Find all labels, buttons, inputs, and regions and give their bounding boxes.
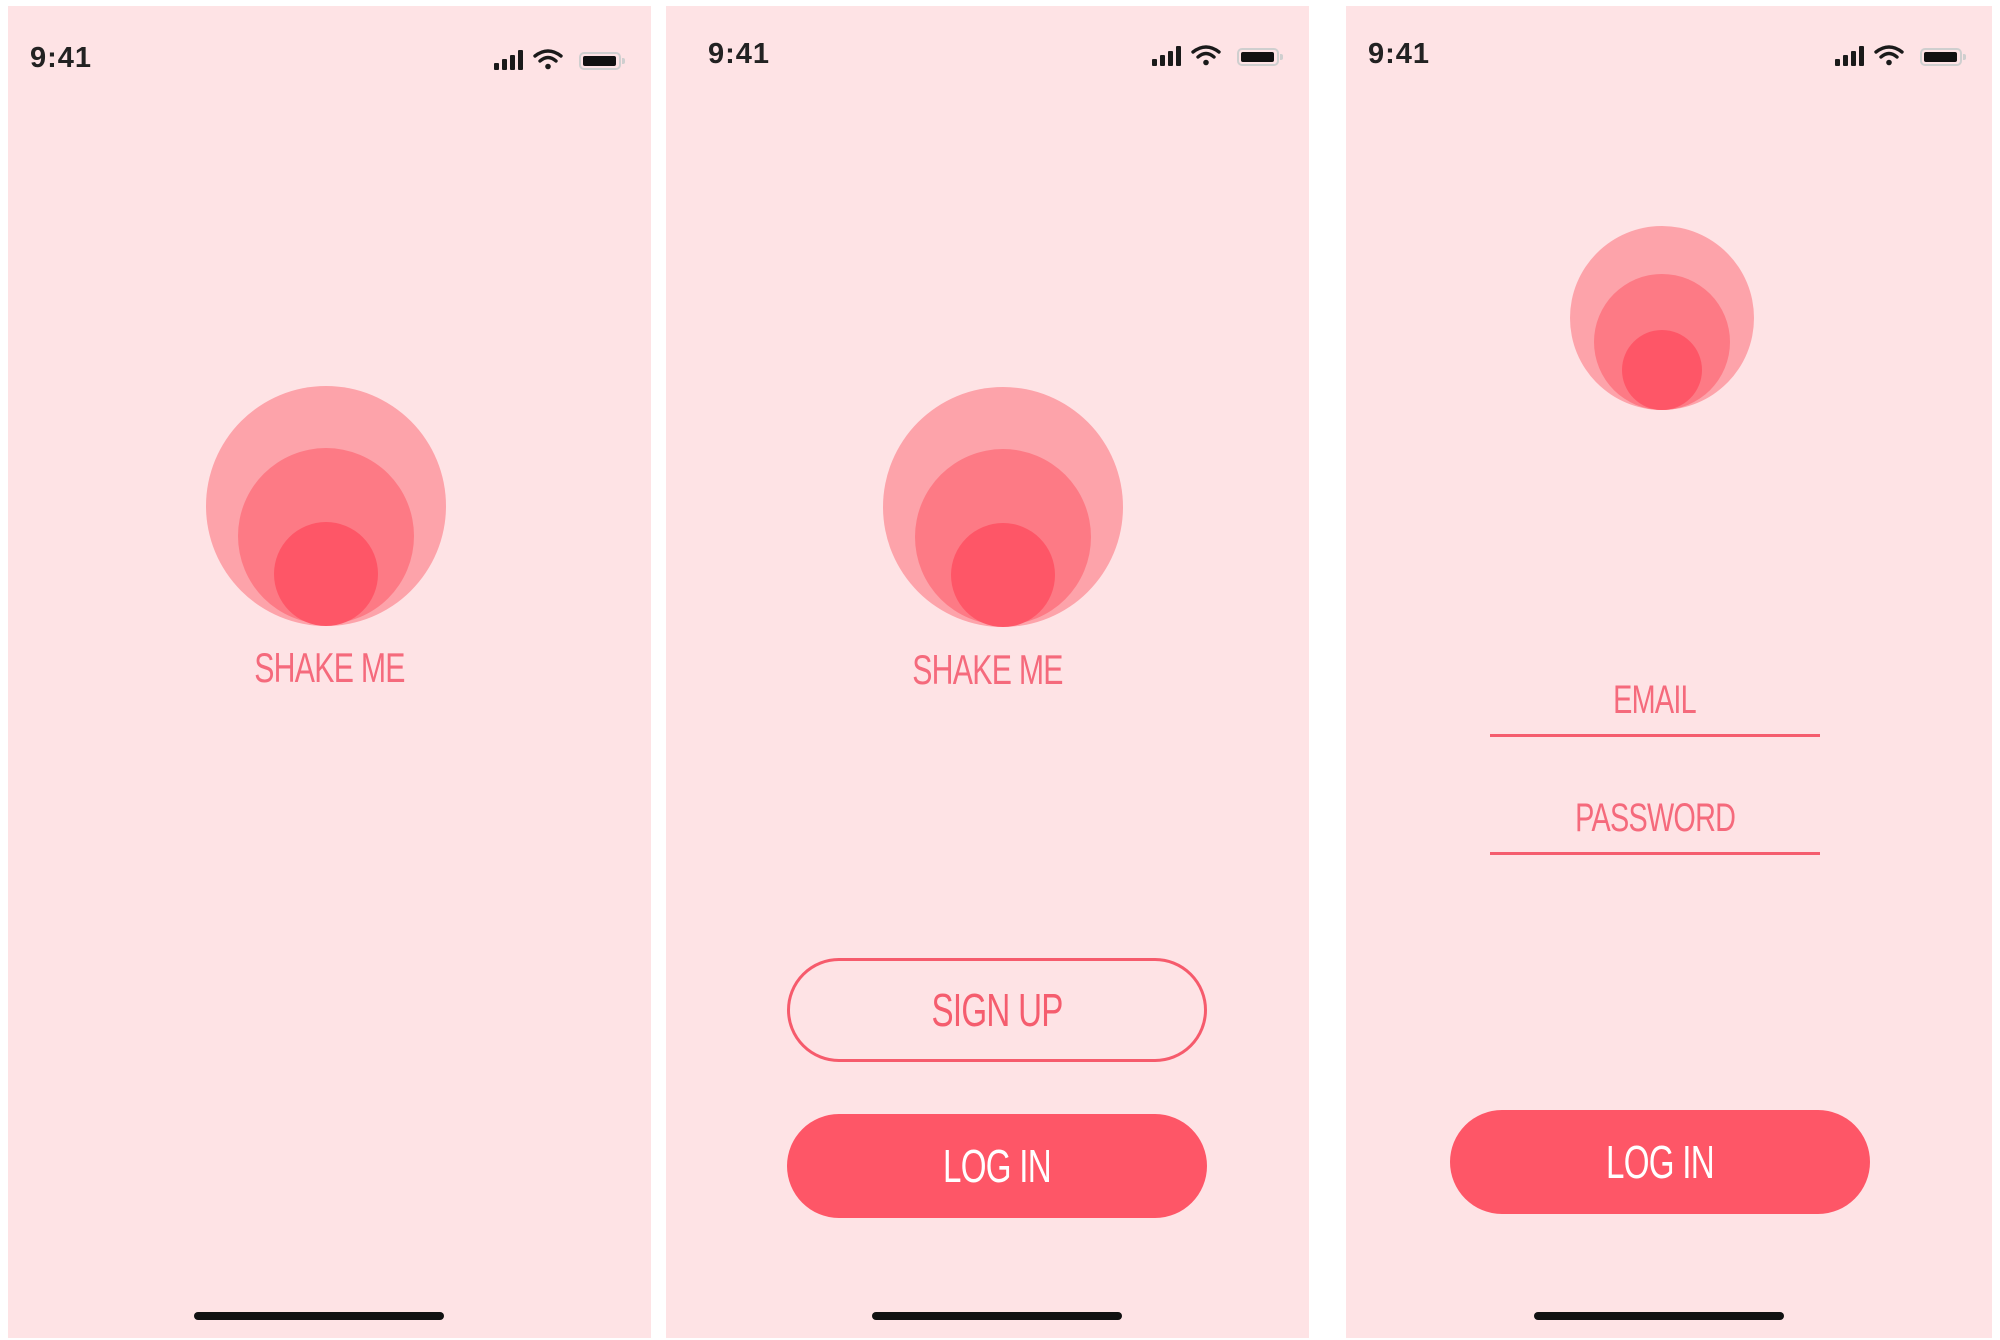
log-in-label: LOG IN [1606, 1136, 1715, 1188]
logo-text: SHAKE ME [254, 644, 405, 691]
status-time: 9:41 [1368, 38, 1431, 70]
cellular-signal-icon [1152, 44, 1181, 66]
wifi-icon [1874, 45, 1904, 66]
sign-up-label: SIGN UP [931, 984, 1063, 1036]
wifi-icon [533, 49, 563, 70]
email-placeholder: EMAIL [1613, 678, 1698, 722]
status-bar: 9:41 [1346, 6, 1992, 106]
log-in-button[interactable]: LOG IN [1450, 1110, 1870, 1214]
app-logo [206, 386, 446, 626]
battery-icon [579, 52, 625, 70]
home-indicator [872, 1312, 1122, 1320]
battery-icon [1237, 48, 1283, 66]
password-placeholder: PASSWORD [1574, 796, 1736, 840]
status-bar: 9:41 [666, 6, 1309, 106]
cellular-signal-icon [494, 48, 523, 70]
log-in-label: LOG IN [943, 1140, 1052, 1192]
home-indicator [194, 1312, 444, 1320]
log-in-button[interactable]: LOG IN [787, 1114, 1207, 1218]
splash-screen: 9:41 SHAKE ME [8, 6, 651, 1338]
email-field[interactable]: EMAIL [1490, 678, 1820, 737]
cellular-signal-icon [1835, 44, 1864, 66]
password-field[interactable]: PASSWORD [1490, 796, 1820, 855]
battery-icon [1920, 48, 1966, 66]
login-screen: 9:41 EMAIL PASSWORD LOG IN [1346, 6, 1992, 1338]
status-time: 9:41 [708, 38, 771, 70]
welcome-screen: 9:41 SHAKE ME SIGN UP LOG IN [666, 6, 1309, 1338]
app-logo [1570, 226, 1754, 410]
wifi-icon [1191, 45, 1221, 66]
home-indicator [1534, 1312, 1784, 1320]
app-logo [883, 387, 1123, 627]
status-time: 9:41 [30, 42, 93, 74]
logo-text: SHAKE ME [912, 646, 1063, 693]
status-bar: 9:41 [8, 6, 651, 106]
sign-up-button[interactable]: SIGN UP [787, 958, 1207, 1062]
